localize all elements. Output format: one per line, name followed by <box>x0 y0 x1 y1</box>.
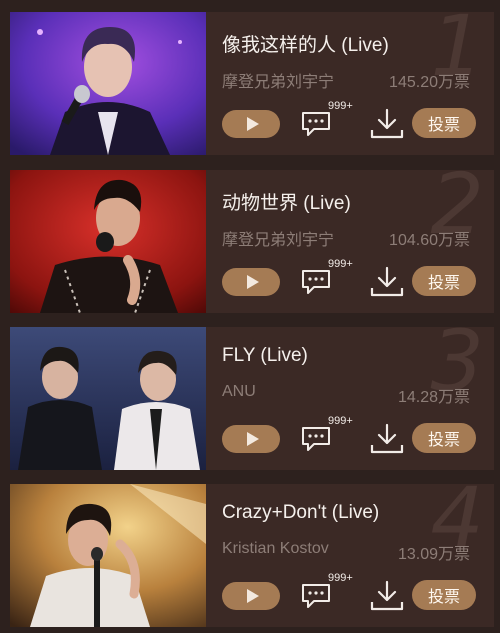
song-title[interactable]: FLY (Live) <box>222 345 308 367</box>
song-thumbnail[interactable] <box>10 12 206 155</box>
song-title[interactable]: 像我这样的人 (Live) <box>222 30 389 57</box>
comment-button[interactable]: 999+ <box>300 100 356 142</box>
download-icon <box>370 266 404 297</box>
artist-name[interactable]: ANU <box>222 383 256 401</box>
song-thumbnail[interactable] <box>10 484 206 627</box>
comment-icon <box>302 584 330 608</box>
vote-button[interactable]: 投票 <box>412 423 476 453</box>
download-button[interactable] <box>370 423 404 455</box>
download-icon <box>370 108 404 139</box>
play-button[interactable] <box>222 268 280 296</box>
comment-icon <box>302 270 330 294</box>
song-title[interactable]: Crazy+Don't (Live) <box>222 502 379 524</box>
vote-button[interactable]: 投票 <box>412 580 476 610</box>
download-icon <box>370 580 404 611</box>
vote-count: 104.60万票 <box>389 232 470 249</box>
comment-button[interactable]: 999+ <box>300 258 356 300</box>
comment-icon <box>302 112 330 136</box>
song-card[interactable]: 4 Crazy+Don't (Live) Kristian Kostov 13.… <box>10 476 494 627</box>
song-thumbnail[interactable] <box>10 170 206 313</box>
song-card[interactable]: 3 FLY (Live) ANU 14.28万票 999+ 投票 <box>10 319 494 470</box>
vote-count: 145.20万票 <box>389 74 470 91</box>
vote-button[interactable]: 投票 <box>412 108 476 138</box>
vote-count: 14.28万票 <box>397 389 470 406</box>
play-button[interactable] <box>222 582 280 610</box>
comment-icon <box>302 427 330 451</box>
vote-count: 13.09万票 <box>397 546 470 563</box>
song-title[interactable]: 动物世界 (Live) <box>222 188 351 215</box>
comment-button[interactable]: 999+ <box>300 572 356 614</box>
download-button[interactable] <box>370 580 404 612</box>
play-icon <box>246 275 259 289</box>
download-icon <box>370 423 404 454</box>
play-icon <box>246 589 259 603</box>
artist-name[interactable]: 摩登兄弟刘宇宁 <box>222 68 334 92</box>
artist-name[interactable]: Kristian Kostov <box>222 540 329 558</box>
play-button[interactable] <box>222 110 280 138</box>
download-button[interactable] <box>370 108 404 140</box>
song-card[interactable]: 2 动物世界 (Live) 摩登兄弟刘宇宁 104.60万票 999+ 投票 <box>10 162 494 313</box>
play-icon <box>246 117 259 131</box>
song-ranking-list: 1 像我这样的人 (Live) 摩登兄弟刘宇宁 145.20万票 999+ 投票 <box>0 0 500 633</box>
download-button[interactable] <box>370 266 404 298</box>
artist-name[interactable]: 摩登兄弟刘宇宁 <box>222 226 334 250</box>
play-icon <box>246 432 259 446</box>
song-thumbnail[interactable] <box>10 327 206 470</box>
song-card[interactable]: 1 像我这样的人 (Live) 摩登兄弟刘宇宁 145.20万票 999+ 投票 <box>10 4 494 155</box>
comment-button[interactable]: 999+ <box>300 415 356 457</box>
vote-button[interactable]: 投票 <box>412 266 476 296</box>
play-button[interactable] <box>222 425 280 453</box>
